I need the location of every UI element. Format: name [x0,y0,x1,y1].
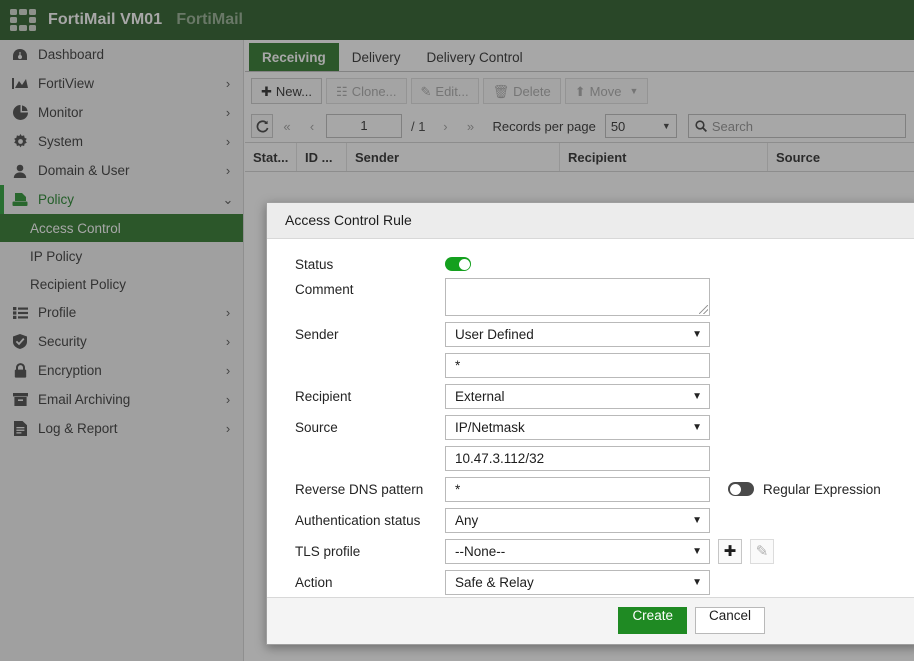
field-row-auth-status: Authentication status Any ▼ [267,508,914,533]
action-label: Action [267,575,445,590]
dialog-title: Access Control Rule [267,203,914,239]
status-toggle[interactable] [445,257,471,271]
sender-label: Sender [267,327,445,342]
status-label: Status [267,257,445,272]
field-row-comment: Comment [267,278,914,316]
chevron-down-icon: ▼ [692,391,702,402]
chevron-down-icon: ▼ [692,546,702,557]
sender-pattern-input[interactable]: * [445,353,710,378]
reverse-dns-label: Reverse DNS pattern [267,482,445,497]
regular-expression-toggle[interactable] [728,482,754,496]
field-row-recipient: Recipient External ▼ [267,384,914,409]
chevron-down-icon: ▼ [692,329,702,340]
dialog-footer: Create Cancel [267,597,914,644]
field-row-status: Status [267,257,914,272]
recipient-label: Recipient [267,389,445,404]
reverse-dns-input[interactable]: * [445,477,710,502]
access-control-rule-dialog: Access Control Rule Status Comment Sende… [266,202,914,645]
recipient-select-value: External [455,389,505,404]
chevron-down-icon: ▼ [692,422,702,433]
chevron-down-icon: ▼ [692,515,702,526]
auth-status-select-value: Any [455,513,478,528]
field-row-reverse-dns: Reverse DNS pattern * Regular Expression [267,477,914,502]
dialog-body: Status Comment Sender User Defined ▼ [267,239,914,597]
action-select-value: Safe & Relay [455,575,534,590]
tls-profile-label: TLS profile [267,544,445,559]
edit-pencil-icon: ✎ [756,542,769,560]
comment-label: Comment [267,278,445,297]
plus-icon: ✚ [724,542,737,560]
recipient-select[interactable]: External ▼ [445,384,710,409]
source-label: Source [267,420,445,435]
auth-status-select[interactable]: Any ▼ [445,508,710,533]
edit-tls-profile-button[interactable]: ✎ [750,539,774,564]
auth-status-label: Authentication status [267,513,445,528]
field-row-sender-pattern: * [267,353,914,378]
field-row-tls-profile: TLS profile --None-- ▼ ✚ ✎ [267,539,914,564]
field-row-action: Action Safe & Relay ▼ [267,570,914,595]
field-row-source-address: 10.47.3.112/32 [267,446,914,471]
sender-select[interactable]: User Defined ▼ [445,322,710,347]
create-button[interactable]: Create [618,607,687,634]
source-address-input[interactable]: 10.47.3.112/32 [445,446,710,471]
sender-select-value: User Defined [455,327,534,342]
regular-expression-label: Regular Expression [763,482,881,497]
field-row-source: Source IP/Netmask ▼ [267,415,914,440]
tls-profile-select[interactable]: --None-- ▼ [445,539,710,564]
chevron-down-icon: ▼ [692,577,702,588]
source-select[interactable]: IP/Netmask ▼ [445,415,710,440]
source-select-value: IP/Netmask [455,420,525,435]
fortimail-app: FortiMail VM01 FortiMail Dashboard Forti… [0,0,914,661]
field-row-sender: Sender User Defined ▼ [267,322,914,347]
comment-textarea[interactable] [445,278,710,316]
add-tls-profile-button[interactable]: ✚ [718,539,742,564]
action-select[interactable]: Safe & Relay ▼ [445,570,710,595]
cancel-button[interactable]: Cancel [695,607,765,634]
tls-profile-select-value: --None-- [455,544,505,559]
